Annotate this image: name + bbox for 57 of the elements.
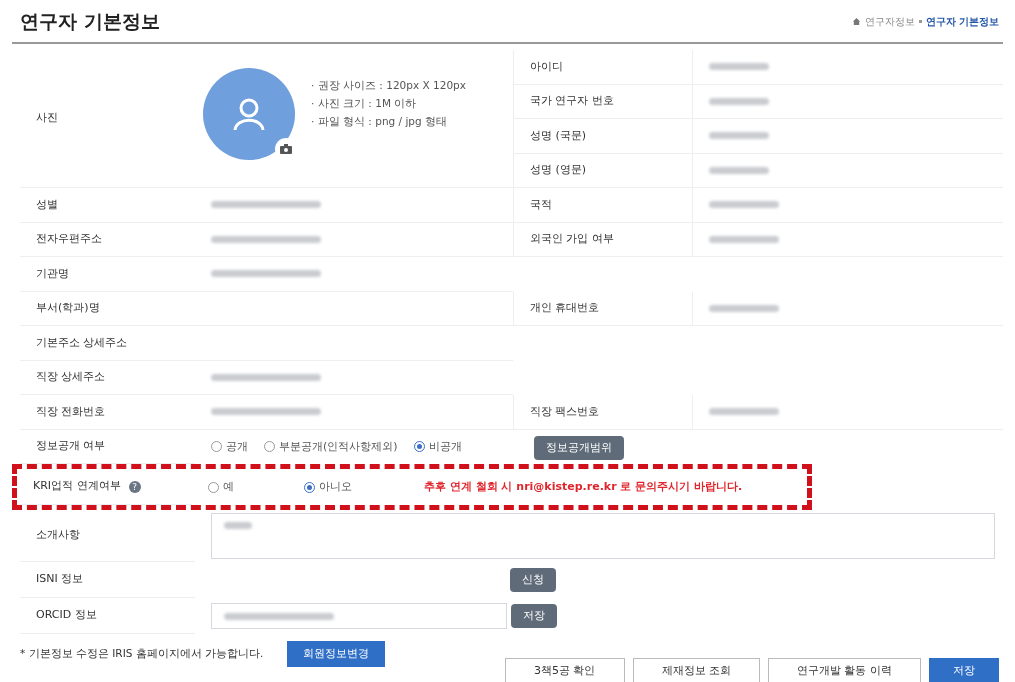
input-field[interactable] bbox=[211, 603, 507, 629]
photo-hint: · 파일 형식 : png / jpg 형태 bbox=[311, 113, 448, 129]
redacted-value bbox=[709, 304, 779, 312]
radio-option[interactable]: 부분공개(인적사항제외) bbox=[264, 438, 398, 455]
field-label: 아이디 bbox=[530, 58, 563, 75]
field-label: KRI업적 연계여부 bbox=[33, 478, 121, 495]
breadcrumb-link[interactable]: 연구자 기본정보 bbox=[925, 13, 999, 29]
photo-hint: · 사진 크기 : 1M 이하 bbox=[311, 95, 418, 111]
radio-option[interactable]: 공개 bbox=[211, 438, 248, 455]
help-icon[interactable]: ? bbox=[128, 480, 141, 493]
redacted-value bbox=[709, 63, 769, 71]
notice-text: 추후 연계 철회 시 nri@kistep.re.kr 로 문의주시기 바랍니다. bbox=[424, 478, 743, 495]
redacted-value bbox=[709, 201, 779, 209]
photo-hint: · 권장 사이즈 : 120px X 120px bbox=[311, 78, 466, 93]
footer-note: * 기본정보 수정은 IRIS 홈페이지에서 가능합니다. bbox=[20, 646, 264, 662]
redacted-value bbox=[709, 235, 779, 243]
field-label: 부서(학과)명 bbox=[36, 300, 100, 316]
field-label: 성명 (영문) bbox=[530, 162, 587, 178]
field-label: 직장 상세주소 bbox=[36, 369, 106, 385]
radio-option[interactable]: 아니오 bbox=[304, 478, 384, 496]
field-label: 국가 연구자 번호 bbox=[530, 93, 614, 109]
action-button[interactable]: 정보공개범위 bbox=[533, 435, 624, 460]
person-icon bbox=[232, 97, 266, 131]
member-info-button[interactable]: 회원정보변경 bbox=[287, 641, 386, 667]
field-label: 소개사항 bbox=[36, 527, 80, 544]
text-area[interactable] bbox=[211, 513, 995, 559]
field-label: 성별 bbox=[36, 196, 58, 213]
field-label: 전자우편주소 bbox=[36, 231, 102, 247]
radio-option[interactable]: 비공개 bbox=[413, 438, 462, 455]
field-label: 개인 휴대번호 bbox=[530, 300, 600, 316]
radio-option[interactable]: 예 bbox=[208, 478, 288, 496]
field-label: 성명 (국문) bbox=[530, 127, 587, 144]
action-button[interactable]: 연구개발 활동 이력 bbox=[768, 658, 921, 682]
action-button[interactable]: 3책5공 확인 bbox=[505, 658, 625, 682]
redacted-value bbox=[709, 97, 769, 105]
field-label: 기관명 bbox=[36, 265, 69, 282]
page-title: 연구자 기본정보 bbox=[20, 8, 160, 34]
field-label: ISNI 정보 bbox=[36, 571, 84, 588]
field-label: 국적 bbox=[530, 196, 552, 213]
redacted-value bbox=[709, 408, 779, 416]
home-icon bbox=[851, 16, 861, 26]
action-button[interactable]: 저장 bbox=[511, 604, 557, 628]
field-label: 외국인 가입 여부 bbox=[530, 231, 614, 247]
action-button[interactable]: 제재정보 조회 bbox=[632, 658, 760, 682]
field-label: ORCID 정보 bbox=[36, 607, 97, 624]
redacted-value bbox=[709, 166, 769, 174]
redacted-value bbox=[224, 522, 252, 529]
field-label: 기본주소 상세주소 bbox=[36, 334, 128, 351]
field-label: 사진 bbox=[36, 110, 58, 127]
separator-icon bbox=[918, 19, 922, 23]
save-button[interactable]: 저장 bbox=[929, 658, 999, 682]
action-button[interactable]: 신청 bbox=[510, 568, 556, 592]
breadcrumb-link[interactable]: 연구자정보 bbox=[864, 13, 915, 29]
field-label: 직장 전화번호 bbox=[36, 403, 106, 420]
redacted-value bbox=[709, 132, 769, 140]
field-label: 직장 팩스번호 bbox=[530, 403, 600, 420]
field-label: 정보공개 여부 bbox=[36, 438, 106, 454]
